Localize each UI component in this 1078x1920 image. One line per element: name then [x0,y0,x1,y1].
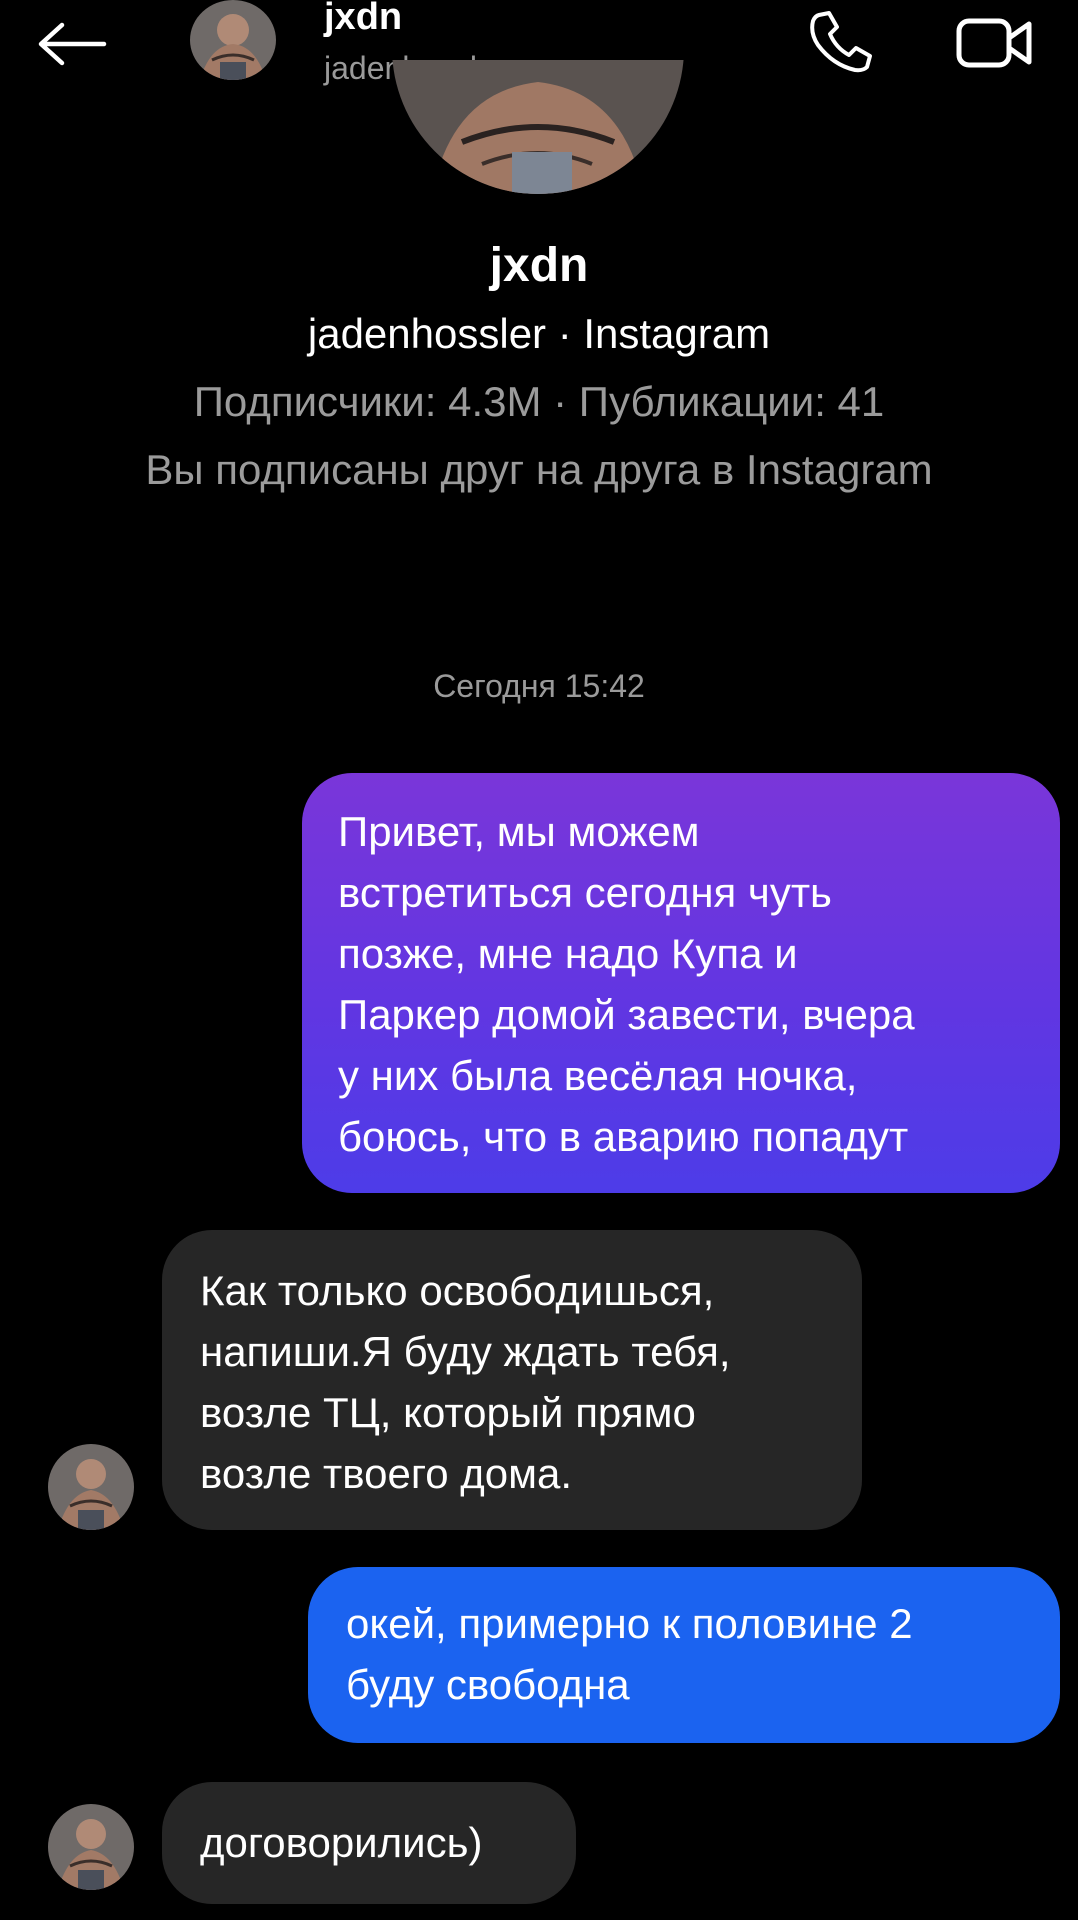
profile-photo-image [392,60,684,194]
message-line: окей, примерно к половине 2 [346,1600,913,1647]
message-bubble-incoming[interactable]: договорились) [162,1782,576,1904]
message-line: Как только освободишься, [200,1267,715,1314]
message-line: боюсь, что в аварию попадут [338,1113,909,1160]
phone-icon [810,11,872,73]
message-line: встретиться сегодня чуть [338,869,832,916]
sender-avatar[interactable] [48,1444,134,1530]
profile-mutual-follow: Вы подписаны друг на друга в Instagram [145,446,933,493]
header-avatar[interactable] [190,0,276,80]
message-line: возле ТЦ, который прямо [200,1389,696,1436]
message-line: у них была весёлая ночка, [338,1052,858,1099]
profile-stats: Подписчики: 4.3M · Публикации: 41 [193,378,885,425]
avatar-image [48,1804,134,1890]
video-camera-icon [956,18,1032,68]
header-name[interactable]: jxdn [324,0,402,39]
message-line: позже, мне надо Купа и [338,930,798,977]
message-bubble-incoming[interactable]: Как только освободишься, напиши.Я буду ж… [162,1230,862,1530]
profile-name: jxdn [489,239,589,292]
call-button[interactable] [800,6,880,76]
avatar-image [48,1444,134,1530]
message-timestamp: Сегодня 15:42 [433,668,645,704]
sender-avatar[interactable] [48,1804,134,1890]
message-line: Привет, мы можем [338,808,700,855]
back-button[interactable] [36,14,116,74]
profile-subtitle: jadenhossler · Instagram [307,310,771,357]
video-call-button[interactable] [950,6,1040,76]
avatar-image [190,0,276,80]
message-bubble-outgoing[interactable]: Привет, мы можем встретиться сегодня чут… [302,773,1060,1193]
message-bubble-outgoing[interactable]: окей, примерно к половине 2 буду свободн… [308,1567,1060,1743]
message-line: буду свободна [346,1661,630,1708]
profile-photo[interactable] [392,60,684,194]
arrow-left-icon [38,22,107,66]
message-line: договорились) [200,1819,483,1866]
message-line: напиши.Я буду ждать тебя, [200,1328,731,1375]
message-line: возле твоего дома. [200,1450,573,1497]
message-line: Паркер домой завести, вчера [338,991,915,1038]
